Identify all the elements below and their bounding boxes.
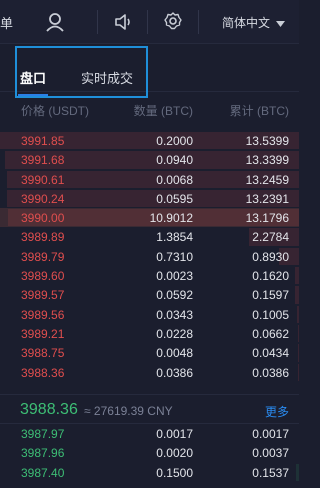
row-price: 3990.00	[21, 211, 65, 226]
row-amount: 0.2000	[156, 134, 193, 148]
row-amount: 0.0228	[156, 326, 193, 341]
orderbook-row[interactable]: 3991.68 0.0940 13.3399	[0, 150, 299, 169]
row-amount: 0.1500	[156, 465, 193, 480]
row-total: 0.0434	[252, 346, 289, 361]
tab-recent-trades[interactable]: 实时成交	[81, 68, 133, 87]
row-amount: 0.0020	[156, 446, 193, 461]
orderbook-row[interactable]: 3987.96 0.0020 0.0037	[0, 443, 299, 462]
row-amount: 0.0068	[156, 172, 193, 187]
row-price: 3987.97	[21, 427, 65, 441]
row-price: 3989.57	[21, 288, 65, 303]
row-total: 13.5399	[245, 134, 289, 148]
column-header: 价格 (USDT) 数量 (BTC) 累计 (BTC)	[0, 98, 299, 120]
row-price: 3988.36	[21, 365, 65, 380]
depth-bar	[295, 463, 299, 481]
row-amount: 1.3854	[156, 230, 193, 245]
divider	[97, 10, 98, 34]
row-price: 3989.60	[21, 269, 65, 284]
bid-list: 3987.97 0.0017 0.0017 3987.96 0.0020 0.0037 39…	[0, 424, 299, 482]
language-selector[interactable]: 简体中文	[222, 14, 286, 31]
orderbook-row[interactable]: 3989.56 0.0343 0.1005	[0, 305, 299, 324]
row-total: 2.2784	[252, 230, 289, 245]
row-price: 3989.79	[21, 249, 65, 264]
row-amount: 10.9012	[149, 211, 193, 226]
last-price-cny: ≈ 27619.39 CNY	[84, 404, 173, 418]
orderbook-row[interactable]: 3990.61 0.0068 13.2459	[0, 170, 299, 189]
depth-bar	[295, 286, 299, 304]
depth-bar	[298, 344, 299, 362]
more-link[interactable]: 更多	[265, 403, 289, 420]
orderbook-row[interactable]: 3987.97 0.0017 0.0017	[0, 424, 299, 443]
row-total: 0.0037	[252, 446, 289, 461]
row-amount: 0.0343	[156, 307, 193, 322]
row-amount: 0.0048	[156, 346, 193, 361]
divider	[198, 10, 199, 34]
row-total: 0.1620	[252, 269, 289, 284]
row-amount: 0.7310	[156, 249, 193, 264]
depth-bar	[297, 324, 299, 343]
gear-icon[interactable]	[163, 11, 183, 31]
row-amount: 0.0940	[156, 153, 193, 168]
orderbook-row[interactable]: 3990.00 10.9012 13.1796	[0, 208, 299, 228]
row-total: 13.2391	[245, 191, 289, 206]
last-price: 3988.36	[20, 401, 78, 418]
row-total: 0.1597	[252, 288, 289, 303]
row-amount: 0.0017	[156, 427, 193, 441]
row-price: 3987.40	[21, 465, 65, 480]
row-total: 13.1796	[245, 211, 289, 226]
row-amount: 0.0386	[156, 365, 193, 380]
row-price: 3991.85	[21, 134, 65, 148]
orderbook-row[interactable]: 3991.85 0.2000 13.5399	[0, 131, 299, 150]
divider	[147, 10, 148, 34]
orderbook-row[interactable]: 3989.60 0.0023 0.1620	[0, 266, 299, 285]
orderbook-row[interactable]: 3987.40 0.1500 0.1537	[0, 463, 299, 482]
row-price: 3989.89	[21, 230, 65, 245]
tab-orderbook[interactable]: 盘口	[17, 68, 49, 96]
menu-label-fragment[interactable]: 单	[0, 13, 13, 32]
orderbook-row[interactable]: 3989.89 1.3854 2.2784	[0, 227, 299, 246]
orderbook-row[interactable]: 3989.21 0.0228 0.0662	[0, 324, 299, 343]
top-bar: 单 简体中文	[0, 0, 299, 44]
row-total: 0.0662	[252, 326, 289, 341]
row-total: 0.8930	[252, 249, 289, 264]
row-total: 0.0386	[252, 365, 289, 380]
last-price-bar: 3988.36 ≈ 27619.39 CNY 更多	[0, 394, 299, 424]
row-total: 13.2459	[245, 172, 289, 187]
orderbook-tabs: 盘口 实时成交	[0, 44, 299, 96]
orderbook-row[interactable]: 3988.36 0.0386 0.0386	[0, 363, 299, 382]
depth-bar	[298, 363, 299, 381]
total-column-header: 累计 (BTC)	[229, 104, 289, 118]
row-price: 3988.75	[21, 346, 65, 361]
row-amount: 0.0595	[156, 191, 193, 206]
sound-icon[interactable]	[113, 12, 133, 32]
row-price: 3990.61	[21, 172, 65, 187]
orderbook-row[interactable]: 3990.24 0.0595 13.2391	[0, 189, 299, 208]
depth-bar	[296, 305, 299, 323]
row-price: 3987.96	[21, 446, 65, 461]
row-amount: 0.0023	[156, 269, 193, 284]
user-icon[interactable]	[44, 11, 66, 33]
language-label: 简体中文	[222, 16, 271, 30]
orderbook-row[interactable]: 3988.75 0.0048 0.0434	[0, 343, 299, 362]
row-price: 3991.68	[21, 153, 65, 168]
price-column-header: 价格 (USDT)	[21, 104, 89, 118]
ask-list: 3991.85 0.2000 13.5399 3991.68 0.0940 13.3399…	[0, 131, 299, 382]
row-total: 13.3399	[245, 153, 289, 168]
amount-column-header: 数量 (BTC)	[133, 104, 193, 118]
orderbook-row[interactable]: 3989.57 0.0592 0.1597	[0, 285, 299, 304]
row-price: 3990.24	[21, 191, 65, 206]
row-amount: 0.0592	[156, 288, 193, 303]
row-total: 0.0017	[252, 427, 289, 441]
row-total: 0.1005	[252, 307, 289, 322]
row-total: 0.1537	[252, 465, 289, 480]
caret-down-icon	[276, 16, 286, 30]
depth-bar	[295, 267, 299, 285]
row-price: 3989.56	[21, 307, 65, 322]
orderbook-row[interactable]: 3989.79 0.7310 0.8930	[0, 247, 299, 266]
row-price: 3989.21	[21, 326, 65, 341]
